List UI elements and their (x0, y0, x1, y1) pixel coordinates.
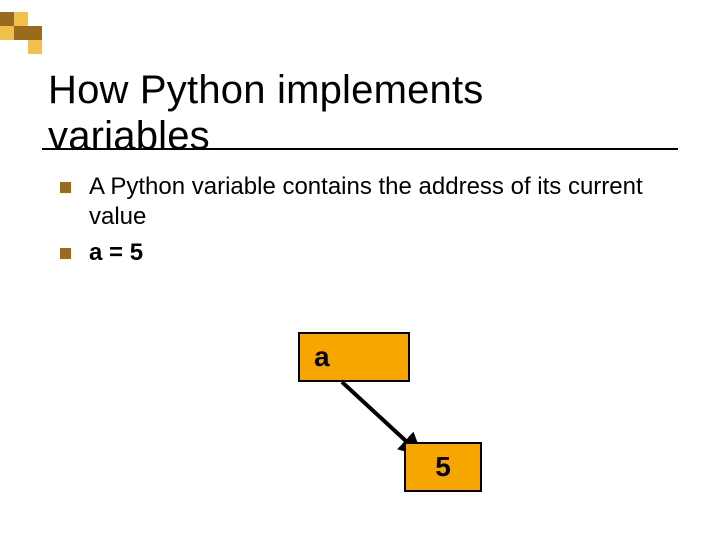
bullet-item: a = 5 (60, 238, 660, 268)
deco-square (14, 26, 28, 40)
bullet-item: A Python variable contains the address o… (60, 172, 660, 232)
deco-square (28, 40, 42, 54)
bullet-text: a = 5 (89, 238, 660, 268)
bullet-text: A Python variable contains the address o… (89, 172, 660, 232)
deco-square (14, 12, 28, 26)
value-box: 5 (404, 442, 482, 492)
bullet-list: A Python variable contains the address o… (60, 172, 660, 274)
title-underline (42, 148, 678, 150)
deco-square (0, 12, 14, 26)
pointer-arrow-icon (300, 330, 500, 530)
deco-square (0, 26, 14, 40)
bullet-square-icon (60, 182, 71, 193)
deco-square (28, 26, 42, 40)
title-line-1: How Python implements (48, 68, 484, 112)
bullet-square-icon (60, 248, 71, 259)
value-box-label: 5 (435, 451, 451, 483)
slide-title: How Python implements variables (48, 67, 484, 159)
title-line-2: variables (48, 114, 210, 158)
slide: How Python implements variables A Python… (0, 0, 720, 540)
